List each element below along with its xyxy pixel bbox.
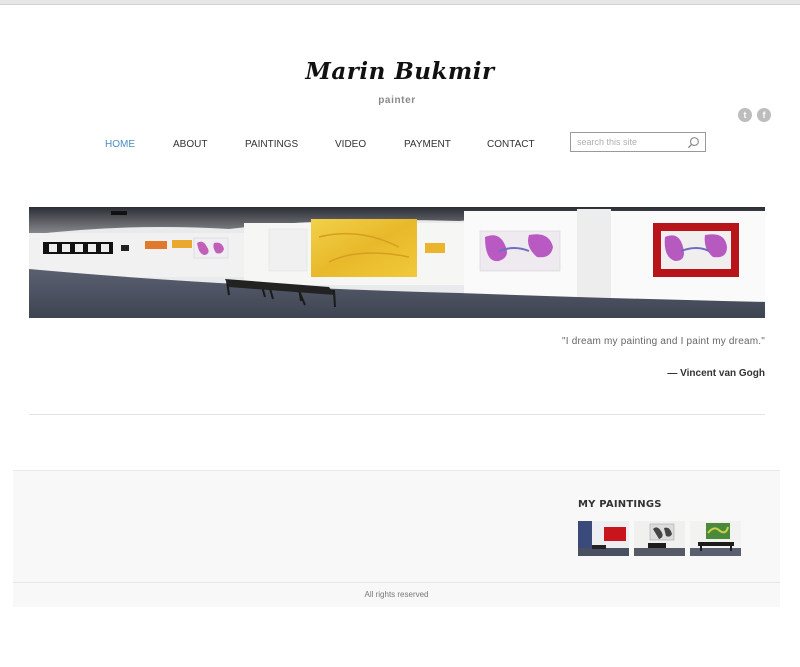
footer-divider bbox=[13, 582, 780, 583]
search-input[interactable] bbox=[577, 136, 681, 148]
copyright-text: All rights reserved bbox=[364, 590, 429, 599]
content-divider bbox=[29, 414, 765, 415]
widget-title: MY PAINTINGS bbox=[578, 499, 662, 510]
social-links: t f bbox=[738, 108, 771, 122]
main-nav: HOME ABOUT PAINTINGS VIDEO PAYMENT CONTA… bbox=[0, 139, 560, 153]
quote-author: — Vincent van Gogh bbox=[667, 368, 765, 379]
gallery-panorama-image bbox=[29, 207, 765, 318]
magnifier-icon[interactable] bbox=[687, 136, 700, 149]
site-logo[interactable]: Marin Bukmir bbox=[0, 58, 800, 85]
twitter-icon[interactable]: t bbox=[738, 108, 752, 122]
facebook-icon[interactable]: f bbox=[757, 108, 771, 122]
nav-video[interactable]: VIDEO bbox=[335, 139, 366, 150]
nav-payment[interactable]: PAYMENT bbox=[404, 139, 451, 150]
nav-home[interactable]: HOME bbox=[105, 139, 135, 150]
nav-contact[interactable]: CONTACT bbox=[487, 139, 535, 150]
paintings-thumbnails bbox=[578, 521, 741, 556]
quote-text: "I dream my painting and I paint my drea… bbox=[561, 336, 765, 347]
nav-about[interactable]: ABOUT bbox=[173, 139, 207, 150]
nav-paintings[interactable]: PAINTINGS bbox=[245, 139, 298, 150]
search-box bbox=[570, 132, 706, 152]
browser-top-edge bbox=[0, 0, 800, 5]
footer-widgets: MY PAINTINGS All rights reserved bbox=[13, 470, 780, 607]
gray-painting-thumb[interactable] bbox=[634, 521, 685, 556]
red-painting-thumb[interactable] bbox=[578, 521, 629, 556]
green-painting-thumb[interactable] bbox=[690, 521, 741, 556]
site-tagline: painter bbox=[378, 95, 416, 106]
